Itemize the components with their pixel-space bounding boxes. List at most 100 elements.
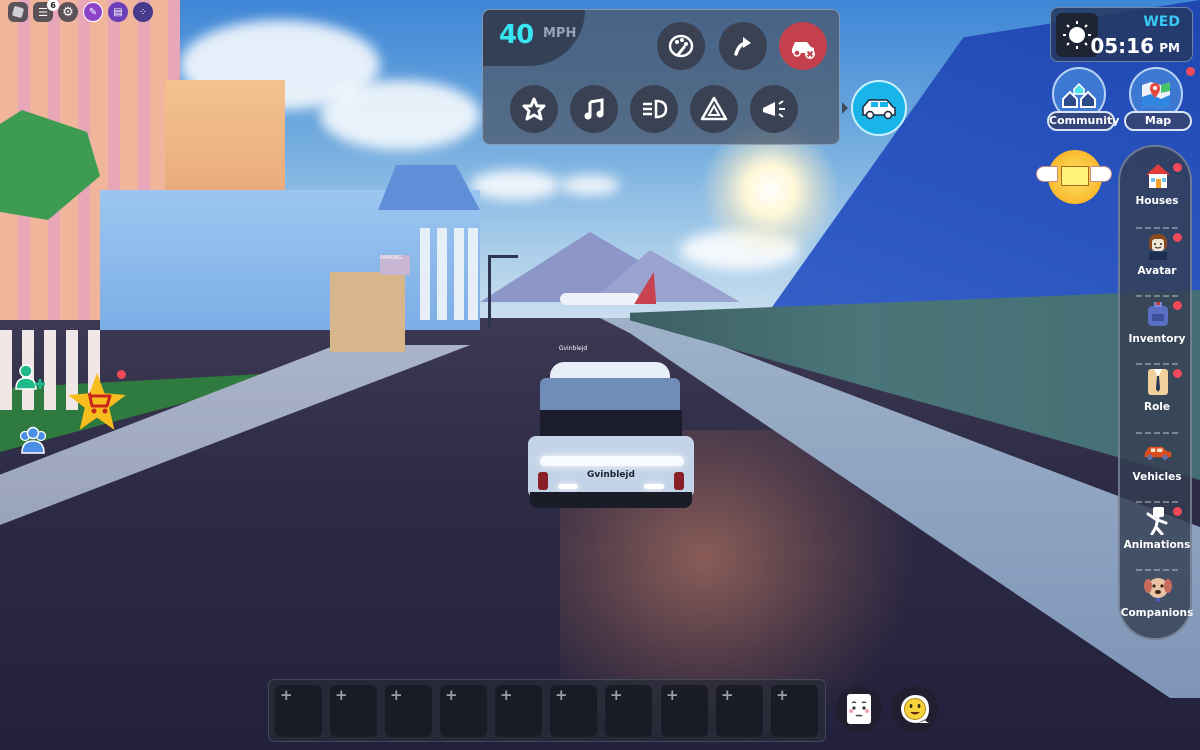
car-bed bbox=[540, 410, 682, 438]
plus-icon: + bbox=[390, 686, 403, 704]
vehicle-control-panel: 40 MPH bbox=[482, 9, 840, 145]
info-card-icon[interactable]: ▤ bbox=[108, 2, 128, 22]
flip-arrow-icon[interactable] bbox=[719, 22, 767, 70]
roblox-logo-icon[interactable] bbox=[8, 2, 28, 22]
apps-grid-icon[interactable]: ⁘ bbox=[133, 2, 153, 22]
despawn-car-icon[interactable] bbox=[779, 22, 827, 70]
horn-icon[interactable] bbox=[750, 85, 798, 133]
divider bbox=[1136, 363, 1178, 365]
chat-glyph: ☰ bbox=[38, 5, 48, 19]
notification-dot bbox=[1173, 369, 1182, 378]
headlight-icon[interactable] bbox=[630, 85, 678, 133]
sidebar-label: Houses bbox=[1135, 195, 1179, 207]
map-label: Map bbox=[1124, 111, 1192, 131]
chat-bubble-button[interactable] bbox=[892, 686, 938, 732]
car-bumper bbox=[530, 492, 692, 508]
mail-button[interactable] bbox=[1036, 148, 1112, 214]
plus-icon: + bbox=[776, 686, 789, 704]
plus-icon: + bbox=[500, 686, 513, 704]
hotbar-slot[interactable]: + bbox=[495, 685, 542, 737]
hotbar-slot[interactable]: + bbox=[771, 685, 818, 737]
clock-ampm: PM bbox=[1159, 41, 1180, 55]
emotes-button[interactable] bbox=[836, 686, 882, 732]
house-icon bbox=[1143, 161, 1173, 191]
sidebar-label: Companions bbox=[1120, 607, 1194, 619]
main-menu-sidebar: Houses Avatar Inventory Role Vehicles An… bbox=[1118, 145, 1194, 640]
cloud bbox=[320, 80, 480, 150]
top-left-toolbar: ☰ 6 ⚙ ✎ ▤ ⁘ bbox=[8, 0, 153, 22]
plus-icon: + bbox=[335, 686, 348, 704]
map-button[interactable]: Map bbox=[1124, 67, 1195, 131]
notification-dot bbox=[1173, 233, 1182, 242]
add-friend-icon bbox=[15, 364, 45, 390]
sidebar-label: Avatar bbox=[1137, 265, 1177, 277]
sidebar-item-inventory[interactable]: Inventory bbox=[1120, 299, 1194, 361]
parking-sign: PARKING bbox=[380, 255, 410, 275]
winged-mail-icon bbox=[1061, 166, 1089, 186]
suit-icon bbox=[1143, 367, 1173, 397]
divider bbox=[1136, 432, 1178, 434]
plus-icon: + bbox=[666, 686, 679, 704]
hotbar-slot[interactable]: + bbox=[330, 685, 377, 737]
sidebar-item-avatar[interactable]: Avatar bbox=[1120, 231, 1194, 293]
sidebar-item-houses[interactable]: Houses bbox=[1120, 161, 1194, 223]
plus-icon: + bbox=[721, 686, 734, 704]
notification-dot bbox=[1173, 163, 1182, 172]
notification-dot bbox=[1173, 507, 1182, 516]
hotbar-slot[interactable]: + bbox=[716, 685, 763, 737]
plus-icon: + bbox=[280, 686, 293, 704]
shop-notification-dot bbox=[117, 370, 126, 379]
speed-value: 40 bbox=[499, 20, 534, 50]
pillar bbox=[420, 228, 430, 320]
chat-icon[interactable]: ☰ 6 bbox=[33, 0, 59, 22]
car-icon bbox=[1143, 437, 1173, 467]
friends-icon bbox=[19, 426, 47, 454]
pillar bbox=[454, 228, 464, 320]
community-label: Community bbox=[1047, 111, 1119, 131]
avatar-icon bbox=[1143, 231, 1173, 261]
speedometer: 40 MPH bbox=[483, 10, 585, 66]
community-button[interactable]: Community bbox=[1047, 67, 1119, 131]
parking-booth bbox=[330, 272, 405, 352]
car-tail-light bbox=[538, 472, 548, 490]
add-friend-button[interactable] bbox=[14, 362, 48, 392]
hotbar-slot[interactable]: + bbox=[385, 685, 432, 737]
divider bbox=[1136, 501, 1178, 503]
friends-button[interactable] bbox=[16, 425, 50, 455]
sidebar-item-vehicles[interactable]: Vehicles bbox=[1120, 437, 1194, 499]
gear-icon[interactable]: ⚙ bbox=[58, 2, 78, 22]
divider bbox=[1136, 569, 1178, 571]
map-notification-dot bbox=[1186, 67, 1195, 76]
car-reverse-light bbox=[558, 484, 578, 489]
hotbar-slot[interactable]: + bbox=[440, 685, 487, 737]
hotbar-slot[interactable]: + bbox=[550, 685, 597, 737]
sidebar-item-role[interactable]: Role bbox=[1120, 367, 1194, 429]
music-note-icon[interactable] bbox=[570, 85, 618, 133]
hotbar-slot[interactable]: + bbox=[275, 685, 322, 737]
star-icon[interactable] bbox=[510, 85, 558, 133]
street-lamp bbox=[488, 255, 491, 330]
divider bbox=[1136, 295, 1178, 297]
player-car: Gvinblejd bbox=[528, 360, 694, 520]
sidebar-label: Inventory bbox=[1128, 333, 1186, 345]
hotbar-slot[interactable]: + bbox=[661, 685, 708, 737]
edit-chat-icon[interactable]: ✎ bbox=[83, 2, 103, 22]
sidebar-label: Vehicles bbox=[1132, 471, 1182, 483]
vehicle-menu-toggle-button[interactable] bbox=[851, 80, 907, 136]
speed-unit: MPH bbox=[543, 26, 577, 41]
game-clock: WED 05:16 PM bbox=[1050, 7, 1193, 62]
panel-collapse-arrow bbox=[842, 102, 848, 114]
paint-palette-icon[interactable] bbox=[657, 22, 705, 70]
sidebar-label: Role bbox=[1143, 401, 1171, 413]
wing-icon bbox=[1090, 166, 1112, 182]
hazard-icon[interactable] bbox=[690, 85, 738, 133]
sidebar-item-companions[interactable]: Companions bbox=[1120, 573, 1194, 635]
hotbar: + + + + + + + + + + bbox=[268, 679, 826, 742]
notification-dot bbox=[1173, 301, 1182, 310]
airplane bbox=[560, 293, 640, 305]
plus-icon: + bbox=[445, 686, 458, 704]
hotbar-slot[interactable]: + bbox=[605, 685, 652, 737]
car-body bbox=[528, 436, 694, 498]
dog-icon bbox=[1143, 573, 1173, 603]
sidebar-item-animations[interactable]: Animations bbox=[1120, 505, 1194, 567]
